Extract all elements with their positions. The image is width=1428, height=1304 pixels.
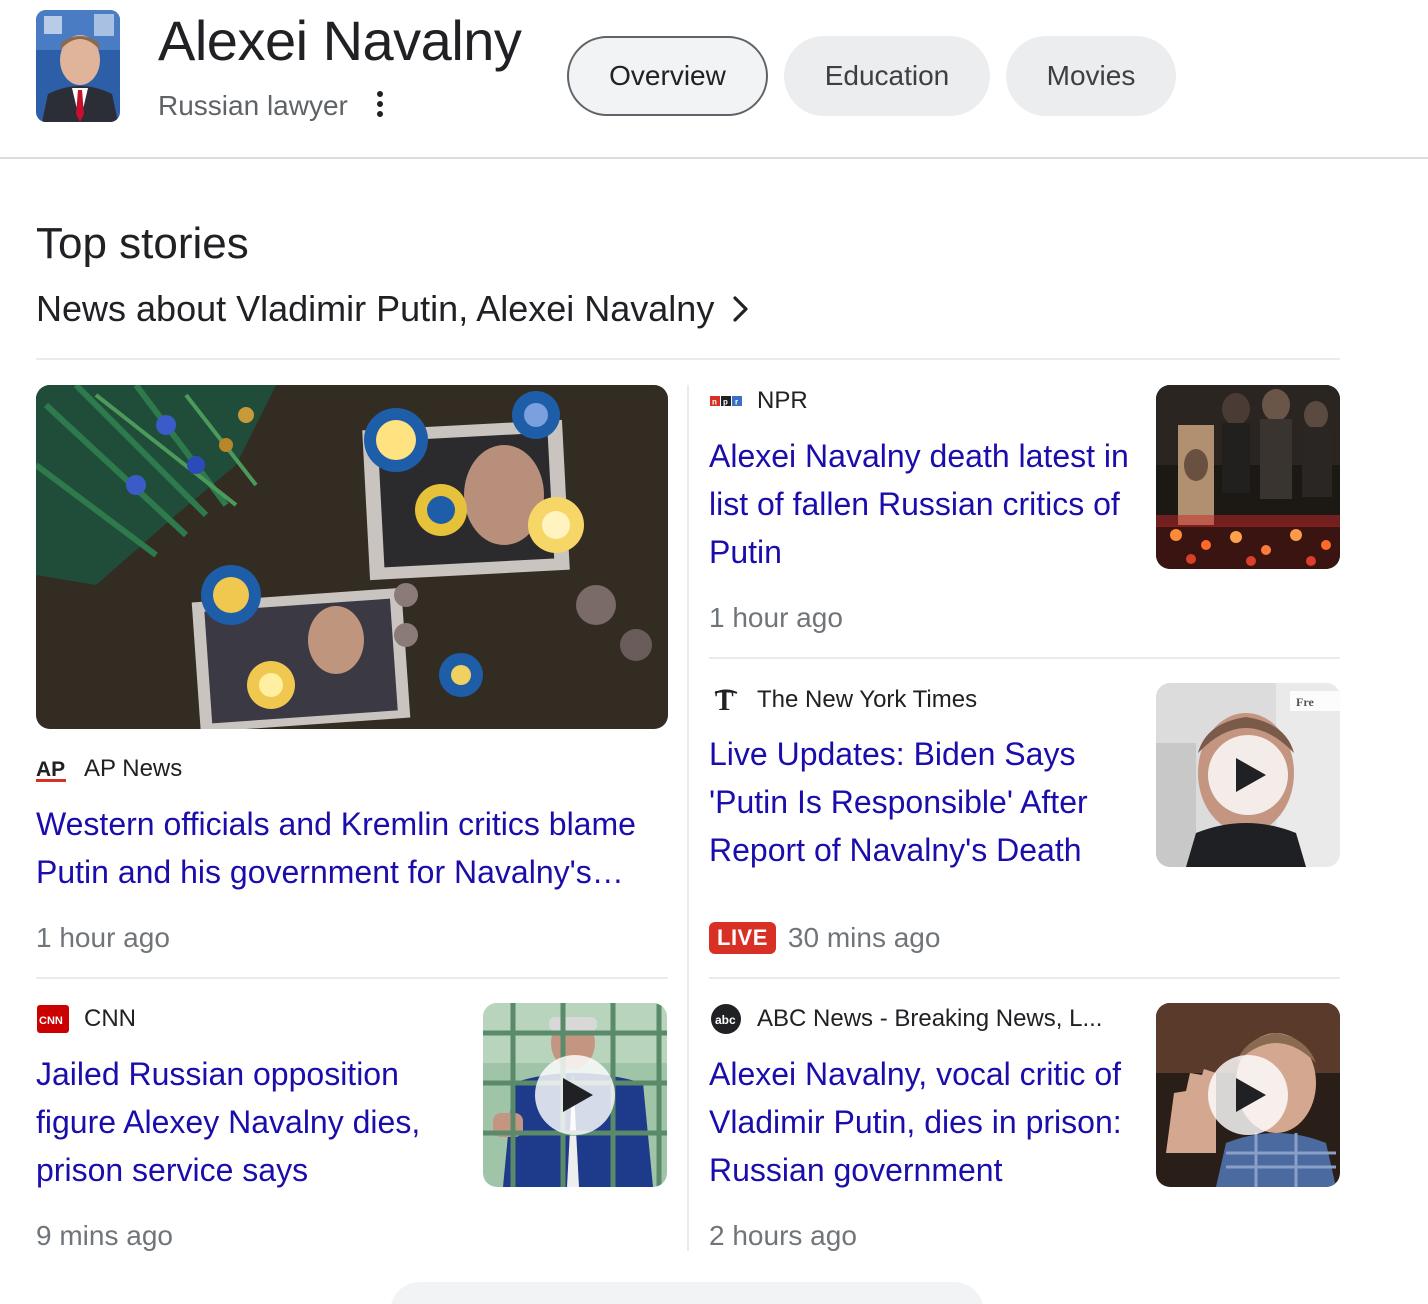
story-thumbnail-waving[interactable] bbox=[1156, 1003, 1340, 1187]
cnn-logo-icon: CNN bbox=[36, 1002, 70, 1036]
story-source[interactable]: CNN CNN bbox=[36, 1002, 136, 1036]
entity-header: Alexei Navalny Russian lawyer Overview E… bbox=[0, 0, 1428, 159]
source-name: ABC News - Breaking News, L... bbox=[757, 1005, 1103, 1032]
svg-text:r: r bbox=[735, 398, 738, 407]
play-video-icon[interactable] bbox=[535, 1055, 615, 1135]
story-headline[interactable]: Alexei Navalny death latest in list of f… bbox=[709, 432, 1129, 576]
story-time-text: 9 mins ago bbox=[36, 1220, 173, 1251]
story-source[interactable]: AP AP News bbox=[36, 752, 182, 786]
story-thumbnail-memorial[interactable] bbox=[36, 385, 668, 729]
svg-text:n: n bbox=[712, 398, 717, 407]
entity-avatar[interactable] bbox=[36, 10, 120, 122]
entity-name: Alexei Navalny bbox=[158, 9, 522, 72]
play-video-icon[interactable] bbox=[1208, 1055, 1288, 1135]
source-name: CNN bbox=[84, 1005, 136, 1032]
story-thumbnail-vigil[interactable] bbox=[1156, 385, 1340, 569]
entity-description: Russian lawyer bbox=[158, 90, 348, 121]
svg-text:p: p bbox=[723, 398, 728, 407]
story-headline[interactable]: Alexei Navalny, vocal critic of Vladimir… bbox=[709, 1050, 1129, 1194]
story-time-text: 1 hour ago bbox=[709, 602, 843, 633]
divider bbox=[709, 657, 1340, 659]
divider bbox=[36, 358, 1340, 360]
more-stories-button[interactable] bbox=[390, 1282, 984, 1304]
news-topic-link[interactable]: News about Vladimir Putin, Alexei Navaln… bbox=[36, 286, 752, 332]
play-video-icon[interactable] bbox=[1208, 735, 1288, 815]
tab-overview[interactable]: Overview bbox=[567, 36, 768, 116]
more-options-icon[interactable] bbox=[368, 88, 392, 120]
source-name: AP News bbox=[84, 755, 183, 782]
chevron-right-icon bbox=[733, 296, 748, 322]
abc-logo-icon: abc bbox=[709, 1002, 743, 1036]
story-headline[interactable]: Live Updates: Biden Says 'Putin Is Respo… bbox=[709, 730, 1129, 874]
news-topic-label: News about Vladimir Putin, Alexei Navaln… bbox=[36, 288, 715, 329]
source-name: The New York Times bbox=[757, 686, 978, 713]
svg-text:CNN: CNN bbox=[39, 1015, 63, 1027]
tab-movies[interactable]: Movies bbox=[1006, 36, 1176, 116]
story-source[interactable]: T The New York Times bbox=[709, 683, 977, 717]
svg-text:AP: AP bbox=[36, 758, 65, 781]
story-headline[interactable]: Western officials and Kremlin critics bl… bbox=[36, 800, 656, 896]
story-source[interactable]: abc ABC News - Breaking News, L... bbox=[709, 1002, 1102, 1036]
story-thumbnail-courtroom[interactable] bbox=[483, 1003, 667, 1187]
nyt-logo-icon: T bbox=[709, 683, 743, 717]
divider bbox=[709, 977, 1340, 979]
story-thumbnail-portrait[interactable]: Fre bbox=[1156, 683, 1340, 867]
divider bbox=[36, 977, 668, 979]
story-headline[interactable]: Jailed Russian opposition figure Alexey … bbox=[36, 1050, 456, 1194]
story-time: 9 mins ago bbox=[36, 1218, 173, 1254]
story-source[interactable]: npr NPR bbox=[709, 384, 808, 418]
ap-logo-icon: AP bbox=[36, 752, 70, 786]
story-time-text: 30 mins ago bbox=[787, 922, 941, 953]
column-divider bbox=[687, 385, 689, 1251]
section-title: Top stories bbox=[36, 219, 249, 268]
thumbnail-watermark: Fre bbox=[1296, 695, 1314, 709]
source-name: NPR bbox=[757, 387, 808, 414]
story-time: LIVE 30 mins ago bbox=[709, 920, 940, 956]
story-time: 2 hours ago bbox=[709, 1218, 857, 1254]
live-badge: LIVE bbox=[709, 922, 776, 954]
npr-logo-icon: npr bbox=[709, 384, 743, 418]
tab-education[interactable]: Education bbox=[784, 36, 990, 116]
story-time: 1 hour ago bbox=[36, 920, 170, 956]
svg-text:abc: abc bbox=[715, 1013, 736, 1027]
story-time: 1 hour ago bbox=[709, 600, 843, 636]
story-time-text: 2 hours ago bbox=[709, 1220, 857, 1251]
story-time-text: 1 hour ago bbox=[36, 922, 170, 953]
